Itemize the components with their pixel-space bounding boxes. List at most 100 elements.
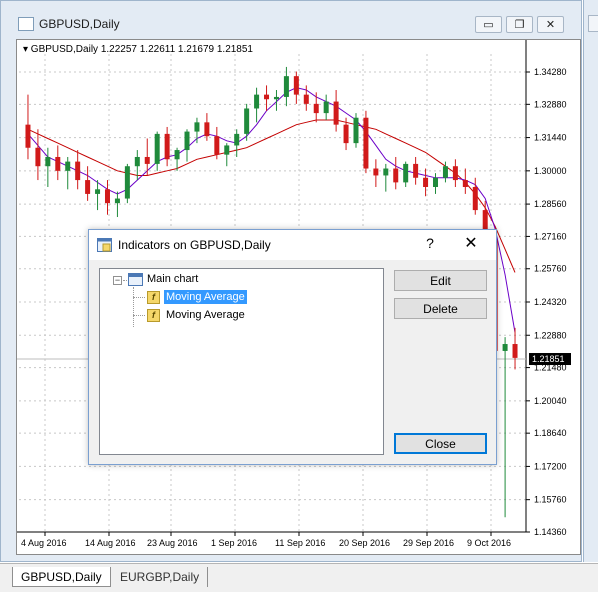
background-chart-window[interactable] bbox=[583, 0, 598, 562]
candle-body bbox=[65, 161, 71, 171]
tree-item-label: Moving Average bbox=[164, 290, 247, 304]
edit-button[interactable]: Edit bbox=[394, 270, 487, 291]
tab-gbpusd-daily[interactable]: GBPUSD,Daily bbox=[12, 567, 111, 587]
candle-body bbox=[512, 344, 518, 358]
tree-item-label: Main chart bbox=[147, 273, 199, 285]
tree-item-moving-average-1[interactable]: f Moving Average bbox=[147, 289, 247, 305]
candle-body bbox=[184, 131, 190, 151]
dialog-close-button[interactable]: ✕ bbox=[460, 235, 482, 253]
candle-body bbox=[95, 189, 101, 194]
candle-body bbox=[353, 117, 359, 144]
chart-window-title: GBPUSD,Daily bbox=[39, 17, 120, 31]
close-button[interactable]: Close bbox=[394, 433, 487, 454]
tree-item-main-chart[interactable]: Main chart bbox=[128, 271, 198, 287]
candle-body bbox=[214, 136, 220, 155]
x-tick-label: 9 Oct 2016 bbox=[467, 538, 511, 548]
candle-body bbox=[462, 180, 468, 187]
help-button[interactable]: ? bbox=[422, 235, 438, 253]
current-price-label: 1.21851 bbox=[532, 354, 565, 364]
candle-body bbox=[472, 187, 478, 211]
candle-body bbox=[204, 122, 210, 137]
candle-body bbox=[194, 122, 200, 132]
tab-eurgbp-daily[interactable]: EURGBP,Daily bbox=[112, 567, 209, 587]
y-tick-label: 1.25760 bbox=[534, 264, 567, 274]
y-tick-label: 1.27160 bbox=[534, 231, 567, 241]
candle-body bbox=[114, 198, 120, 204]
candle-body bbox=[363, 117, 369, 169]
x-tick-label: 4 Aug 2016 bbox=[21, 538, 67, 548]
candle-body bbox=[254, 94, 260, 109]
candle-body bbox=[154, 133, 160, 164]
candle-body bbox=[25, 124, 31, 148]
y-tick-label: 1.34280 bbox=[534, 67, 567, 77]
candle-body bbox=[452, 166, 458, 181]
indicators-dialog: Indicators on GBPUSD,Daily ? ✕ − Main ch… bbox=[88, 229, 497, 465]
candle-body bbox=[144, 156, 150, 164]
close-window-button[interactable]: ✕ bbox=[537, 16, 564, 33]
candle-body bbox=[373, 168, 379, 176]
indicator-function-icon: f bbox=[147, 308, 160, 322]
main-chart-icon bbox=[128, 272, 143, 286]
chart-tab-bar: GBPUSD,Daily EURGBP,Daily bbox=[0, 563, 598, 592]
candle-body bbox=[303, 94, 309, 104]
y-tick-label: 1.31440 bbox=[534, 133, 567, 143]
chart-window-icon bbox=[18, 17, 34, 31]
candle-body bbox=[333, 101, 339, 125]
x-tick-label: 11 Sep 2016 bbox=[275, 538, 325, 548]
tree-collapse-toggle[interactable]: − bbox=[113, 276, 122, 285]
candle-body bbox=[85, 180, 91, 194]
candle-body bbox=[313, 103, 319, 114]
y-tick-label: 1.24320 bbox=[534, 297, 567, 307]
indicators-list-icon bbox=[97, 238, 112, 252]
y-tick-label: 1.22880 bbox=[534, 330, 567, 340]
x-tick-label: 29 Sep 2016 bbox=[403, 538, 454, 548]
candle-body bbox=[293, 76, 299, 95]
candle-body bbox=[442, 166, 448, 178]
close-icon: ✕ bbox=[545, 19, 556, 31]
candle-body bbox=[55, 156, 61, 171]
x-tick-label: 20 Sep 2016 bbox=[339, 538, 390, 548]
x-tick-label: 14 Aug 2016 bbox=[85, 538, 136, 548]
candle-body bbox=[273, 96, 279, 100]
dialog-title: Indicators on GBPUSD,Daily bbox=[118, 238, 271, 252]
candle-body bbox=[75, 161, 81, 181]
y-tick-label: 1.28560 bbox=[534, 199, 567, 209]
x-tick-label: 23 Aug 2016 bbox=[147, 538, 198, 548]
y-tick-label: 1.32880 bbox=[534, 99, 567, 109]
candle-body bbox=[234, 133, 240, 146]
y-tick-label: 1.15760 bbox=[534, 495, 567, 505]
candle-body bbox=[343, 124, 349, 144]
candle-body bbox=[323, 101, 329, 114]
x-tick-label: 1 Sep 2016 bbox=[211, 538, 257, 548]
tree-connector bbox=[133, 287, 134, 327]
restore-icon: ❐ bbox=[514, 19, 525, 31]
candle-body bbox=[502, 344, 508, 351]
delete-button[interactable]: Delete bbox=[394, 298, 487, 319]
close-icon: ✕ bbox=[464, 235, 478, 252]
restore-button[interactable]: ❐ bbox=[506, 16, 533, 33]
candle-body bbox=[244, 108, 250, 134]
candle-body bbox=[104, 189, 110, 204]
candle-body bbox=[383, 168, 389, 176]
y-tick-label: 1.20040 bbox=[534, 396, 567, 406]
y-tick-label: 1.17200 bbox=[534, 461, 567, 471]
help-icon: ? bbox=[426, 235, 434, 251]
tree-item-label: Moving Average bbox=[166, 309, 245, 321]
candle-body bbox=[174, 150, 180, 160]
background-window-button[interactable] bbox=[588, 15, 598, 32]
tree-item-moving-average-2[interactable]: f Moving Average bbox=[147, 307, 247, 323]
minimize-button[interactable]: ▭ bbox=[475, 16, 502, 33]
candle-body bbox=[433, 177, 439, 187]
indicators-tree[interactable]: − Main chart f Moving Average f Moving A… bbox=[99, 268, 384, 455]
dialog-titlebar[interactable]: Indicators on GBPUSD,Daily ? ✕ bbox=[89, 230, 496, 260]
candle-body bbox=[264, 94, 270, 100]
y-tick-label: 1.18640 bbox=[534, 428, 567, 438]
chart-window-titlebar[interactable]: GBPUSD,Daily ▭ ❐ ✕ bbox=[1, 1, 581, 37]
candle-body bbox=[393, 168, 399, 183]
candle-body bbox=[45, 156, 51, 167]
candle-body bbox=[403, 163, 409, 183]
candle-body bbox=[134, 156, 140, 167]
candle-body bbox=[423, 177, 429, 187]
candle-body bbox=[164, 133, 170, 160]
tree-connector bbox=[133, 297, 145, 298]
